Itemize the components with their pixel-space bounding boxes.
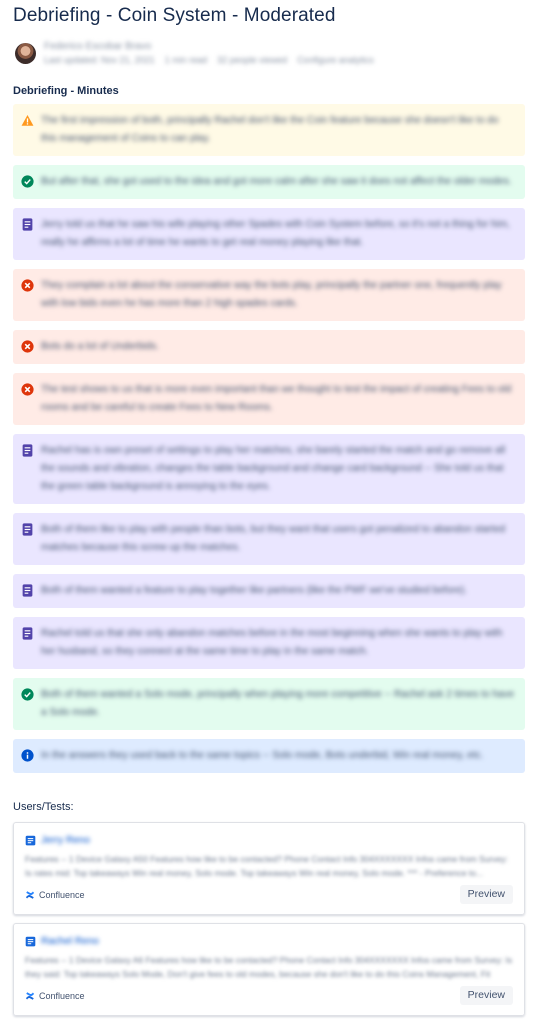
card-source: Confluence [25, 890, 85, 900]
panel-text: Both of them like to play with people th… [41, 524, 506, 553]
card-footer: Confluence Preview [25, 885, 513, 904]
panel-text: In the answers they used back to the sam… [41, 750, 484, 761]
confluence-icon [25, 991, 35, 1000]
note-icon [21, 444, 34, 457]
configure-analytics-link[interactable]: Configure analytics [297, 55, 374, 65]
panel-text: Both of them wanted a Solo mode, princip… [41, 689, 515, 718]
last-updated: Last updated: Nov 21, 2021 [44, 55, 155, 65]
error-circle-icon [21, 340, 34, 353]
author-name[interactable]: Federico Escobar Bravo [44, 41, 374, 52]
panel-text: Jerry told us that he saw his wife playi… [41, 219, 510, 248]
card-source: Confluence [25, 991, 85, 1001]
card-footer: Confluence Preview [25, 986, 513, 1005]
card-description: Features -- 1 Device Galaxy A6 Features … [25, 955, 513, 979]
note-panel: Rachel told us that she only abandon mat… [13, 617, 525, 669]
view-count[interactable]: 32 people viewed [217, 55, 287, 65]
page-icon [25, 835, 36, 845]
avatar[interactable] [15, 42, 36, 64]
success-panel: But after that, she got used to the idea… [13, 165, 525, 199]
error-panel: Bots do a lot of Underbids. [13, 330, 525, 364]
success-panel: Both of them wanted a Solo mode, princip… [13, 678, 525, 730]
confluence-icon [25, 890, 35, 899]
minutes-panels: The first impression of both, principall… [13, 104, 525, 773]
warn-panel: The first impression of both, principall… [13, 104, 525, 156]
info-panel: In the answers they used back to the sam… [13, 739, 525, 773]
panel-text: But after that, she got used to the idea… [41, 176, 512, 187]
source-label: Confluence [39, 889, 85, 900]
note-icon [21, 523, 34, 536]
byline: Federico Escobar Bravo Last updated: Nov… [13, 39, 525, 67]
read-time: 1 min read [164, 55, 208, 65]
link-card[interactable]: Jerry Reno Features -- 1 Device Galaxy A5… [13, 822, 525, 915]
page-title: Debriefing - Coin System - Moderated [13, 5, 336, 26]
note-icon [21, 584, 34, 597]
panel-text: Bots do a lot of Underbids. [41, 341, 159, 352]
panel-text: Rachel has is own preset of settings to … [41, 445, 506, 492]
note-icon [21, 627, 34, 640]
card-title-text[interactable]: Rachel Reno [41, 936, 99, 947]
note-panel: Both of them like to play with people th… [13, 513, 525, 565]
error-panel: They complain a lot about the conservati… [13, 269, 525, 321]
warning-icon [21, 114, 34, 127]
note-icon [21, 218, 34, 231]
card-title-text[interactable]: Jerry Reno [41, 835, 90, 846]
page-meta: Last updated: Nov 21, 2021 1 min read 32… [44, 55, 374, 65]
card-title[interactable]: Rachel Reno [25, 934, 513, 948]
user-cards: Jerry Reno Features -- 1 Device Galaxy A5… [13, 822, 525, 1016]
minutes-heading: Debriefing - Minutes [13, 85, 119, 97]
page: Debriefing - Coin System - Moderated Fed… [0, 0, 538, 1016]
users-heading: Users/Tests: [13, 801, 74, 813]
note-panel: Jerry told us that he saw his wife playi… [13, 208, 525, 260]
panel-text: Both of them wanted a feature to play to… [41, 585, 468, 596]
source-label: Confluence [39, 990, 85, 1001]
note-panel: Both of them wanted a feature to play to… [13, 574, 525, 608]
error-panel: The test shows to us that is more even i… [13, 373, 525, 425]
check-circle-icon [21, 688, 34, 701]
card-title[interactable]: Jerry Reno [25, 833, 513, 847]
panel-text: The test shows to us that is more even i… [41, 384, 512, 413]
error-circle-icon [21, 279, 34, 292]
panel-text: They complain a lot about the conservati… [41, 280, 502, 309]
check-circle-icon [21, 175, 34, 188]
error-circle-icon [21, 383, 34, 396]
panel-text: The first impression of both, principall… [41, 115, 499, 144]
preview-button[interactable]: Preview [459, 885, 513, 904]
page-icon [25, 936, 36, 946]
note-panel: Rachel has is own preset of settings to … [13, 434, 525, 504]
link-card[interactable]: Rachel Reno Features -- 1 Device Galaxy A… [13, 923, 525, 1016]
card-description: Features -- 1 Device Galaxy A50 Features… [25, 854, 508, 878]
info-icon [21, 749, 34, 762]
preview-button[interactable]: Preview [459, 986, 513, 1005]
panel-text: Rachel told us that she only abandon mat… [41, 628, 503, 657]
byline-text: Federico Escobar Bravo Last updated: Nov… [44, 41, 374, 65]
